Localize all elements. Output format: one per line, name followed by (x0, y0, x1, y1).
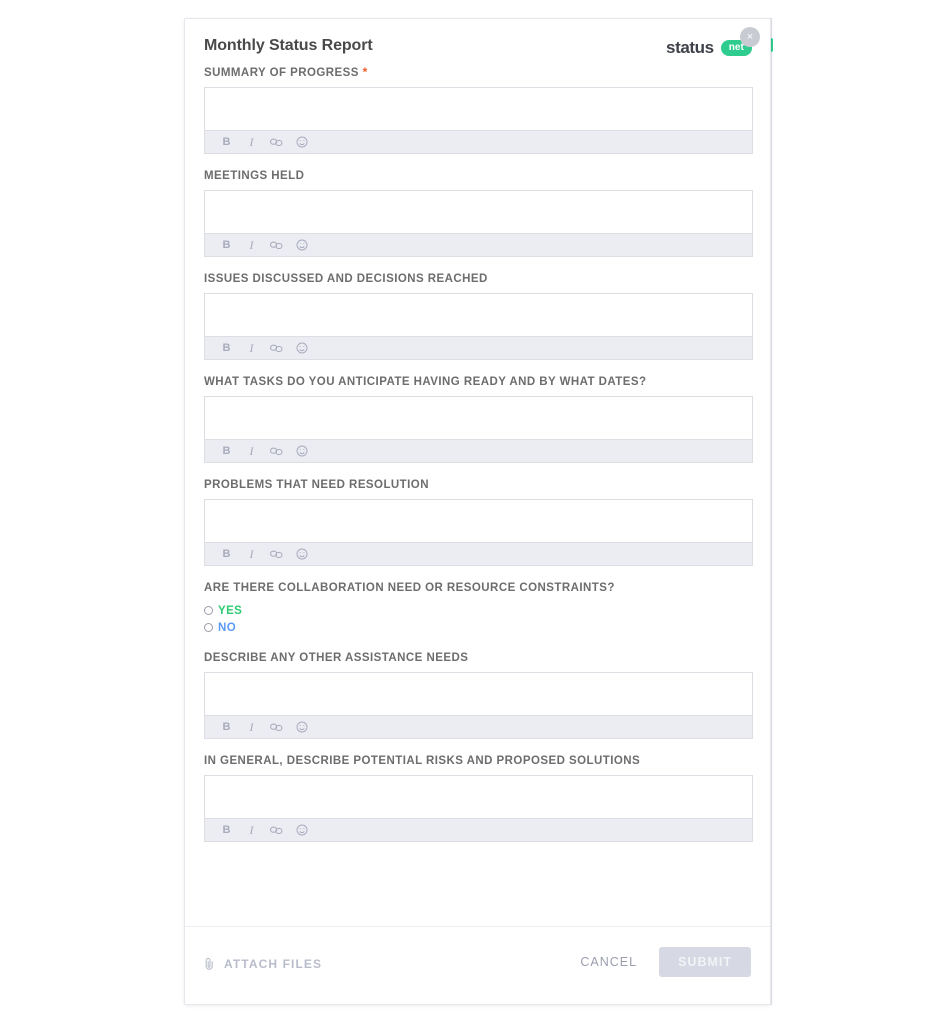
editor-toolbar: BI (204, 542, 753, 566)
bold-icon[interactable]: B (220, 136, 233, 149)
radio-group: YES NO (204, 602, 752, 636)
italic-icon[interactable]: I (245, 445, 258, 458)
cancel-button[interactable]: CANCEL (578, 949, 639, 975)
paperclip-icon (204, 957, 215, 971)
link-icon[interactable] (270, 445, 283, 458)
bold-icon[interactable]: B (220, 445, 233, 458)
form-field: MEETINGS HELD B I (204, 170, 753, 257)
bold-icon[interactable]: B (220, 721, 233, 734)
italic-icon[interactable]: I (245, 548, 258, 561)
bold-icon[interactable]: B (220, 342, 233, 355)
smiley-icon[interactable] (295, 239, 308, 252)
text-input[interactable] (204, 775, 753, 818)
footer-actions: CANCEL SUBMIT (578, 946, 751, 977)
bold-icon[interactable]: B (220, 824, 233, 837)
submit-button[interactable]: SUBMIT (659, 946, 751, 977)
form-field: IN GENERAL, DESCRIBE POTENTIAL RISKS AND… (204, 755, 753, 842)
form-field: PROBLEMS THAT NEED RESOLUTION B I (204, 479, 753, 566)
link-icon[interactable] (270, 824, 283, 837)
form-fields: SUMMARY OF PROGRESS * B I MEETINGS HELD B I IS… (204, 65, 753, 842)
text-input[interactable] (204, 293, 753, 336)
link-icon[interactable] (270, 548, 283, 561)
page-root: × Monthly Status Report status net SUMMA… (0, 0, 952, 1024)
bold-icon[interactable]: B (220, 548, 233, 561)
attach-files-button[interactable]: ATTACH FILES (204, 957, 322, 971)
rich-text-editor: BI (204, 499, 753, 566)
rich-text-editor: BI (204, 396, 753, 463)
text-input[interactable] (204, 672, 753, 715)
smiley-icon[interactable] (295, 548, 308, 561)
rich-text-editor: BI (204, 190, 753, 257)
rich-text-editor: BI (204, 87, 753, 154)
radio-label: NO (218, 621, 237, 634)
radio-option[interactable]: YES (204, 602, 752, 619)
editor-toolbar: BI (204, 233, 753, 257)
close-icon[interactable]: × (740, 27, 760, 47)
italic-icon[interactable]: I (245, 342, 258, 355)
form-field: DESCRIBE ANY OTHER ASSISTANCE NEEDS B I (204, 652, 753, 739)
rich-text-editor: BI (204, 293, 753, 360)
form-field: WHAT TASKS DO YOU ANTICIPATE HAVING READ… (204, 376, 753, 463)
link-icon[interactable] (270, 136, 283, 149)
form-field: SUMMARY OF PROGRESS * B I (204, 65, 753, 154)
link-icon[interactable] (270, 342, 283, 355)
italic-icon[interactable]: I (245, 239, 258, 252)
editor-toolbar: BI (204, 439, 753, 463)
brand-name: status (666, 38, 714, 57)
form-field: ARE THERE COLLABORATION NEED OR RESOURCE… (204, 582, 752, 636)
modal-body: Monthly Status Report status net SUMMARY… (185, 19, 770, 842)
field-label: MEETINGS HELD (204, 170, 305, 182)
modal-header: Monthly Status Report status net (204, 37, 752, 65)
editor-toolbar: BI (204, 715, 753, 739)
field-label: SUMMARY OF PROGRESS * (204, 65, 368, 79)
bold-icon[interactable]: B (220, 239, 233, 252)
smiley-icon[interactable] (295, 445, 308, 458)
editor-toolbar: BI (204, 818, 753, 842)
editor-toolbar: BI (204, 336, 753, 360)
radio-option[interactable]: NO (204, 619, 752, 636)
text-input[interactable] (204, 190, 753, 233)
field-label: ARE THERE COLLABORATION NEED OR RESOURCE… (204, 582, 615, 594)
link-icon[interactable] (270, 239, 283, 252)
monthly-status-report-modal: Monthly Status Report status net SUMMARY… (184, 18, 771, 1005)
radio-button[interactable] (204, 606, 213, 615)
field-label: ISSUES DISCUSSED AND DECISIONS REACHED (204, 273, 488, 285)
rich-text-editor: BI (204, 672, 753, 739)
radio-label: YES (218, 604, 243, 617)
editor-toolbar: BI (204, 130, 753, 154)
text-input[interactable] (204, 87, 753, 130)
required-asterisk: * (358, 65, 368, 79)
field-label: IN GENERAL, DESCRIBE POTENTIAL RISKS AND… (204, 755, 641, 767)
text-input[interactable] (204, 396, 753, 439)
rich-text-editor: BI (204, 775, 753, 842)
attach-files-label: ATTACH FILES (224, 956, 323, 971)
modal-footer: ATTACH FILES CANCEL SUBMIT (185, 926, 770, 1004)
brand-logo: status net (666, 38, 752, 58)
form-field: ISSUES DISCUSSED AND DECISIONS REACHED B I (204, 273, 753, 360)
text-input[interactable] (204, 499, 753, 542)
smiley-icon[interactable] (295, 342, 308, 355)
italic-icon[interactable]: I (245, 824, 258, 837)
link-icon[interactable] (270, 721, 283, 734)
smiley-icon[interactable] (295, 721, 308, 734)
field-label: WHAT TASKS DO YOU ANTICIPATE HAVING READ… (204, 376, 647, 388)
radio-button[interactable] (204, 623, 213, 632)
smiley-icon[interactable] (295, 136, 308, 149)
smiley-icon[interactable] (295, 824, 308, 837)
field-label: DESCRIBE ANY OTHER ASSISTANCE NEEDS (204, 652, 469, 664)
field-label: PROBLEMS THAT NEED RESOLUTION (204, 479, 429, 491)
italic-icon[interactable]: I (245, 721, 258, 734)
italic-icon[interactable]: I (245, 136, 258, 149)
